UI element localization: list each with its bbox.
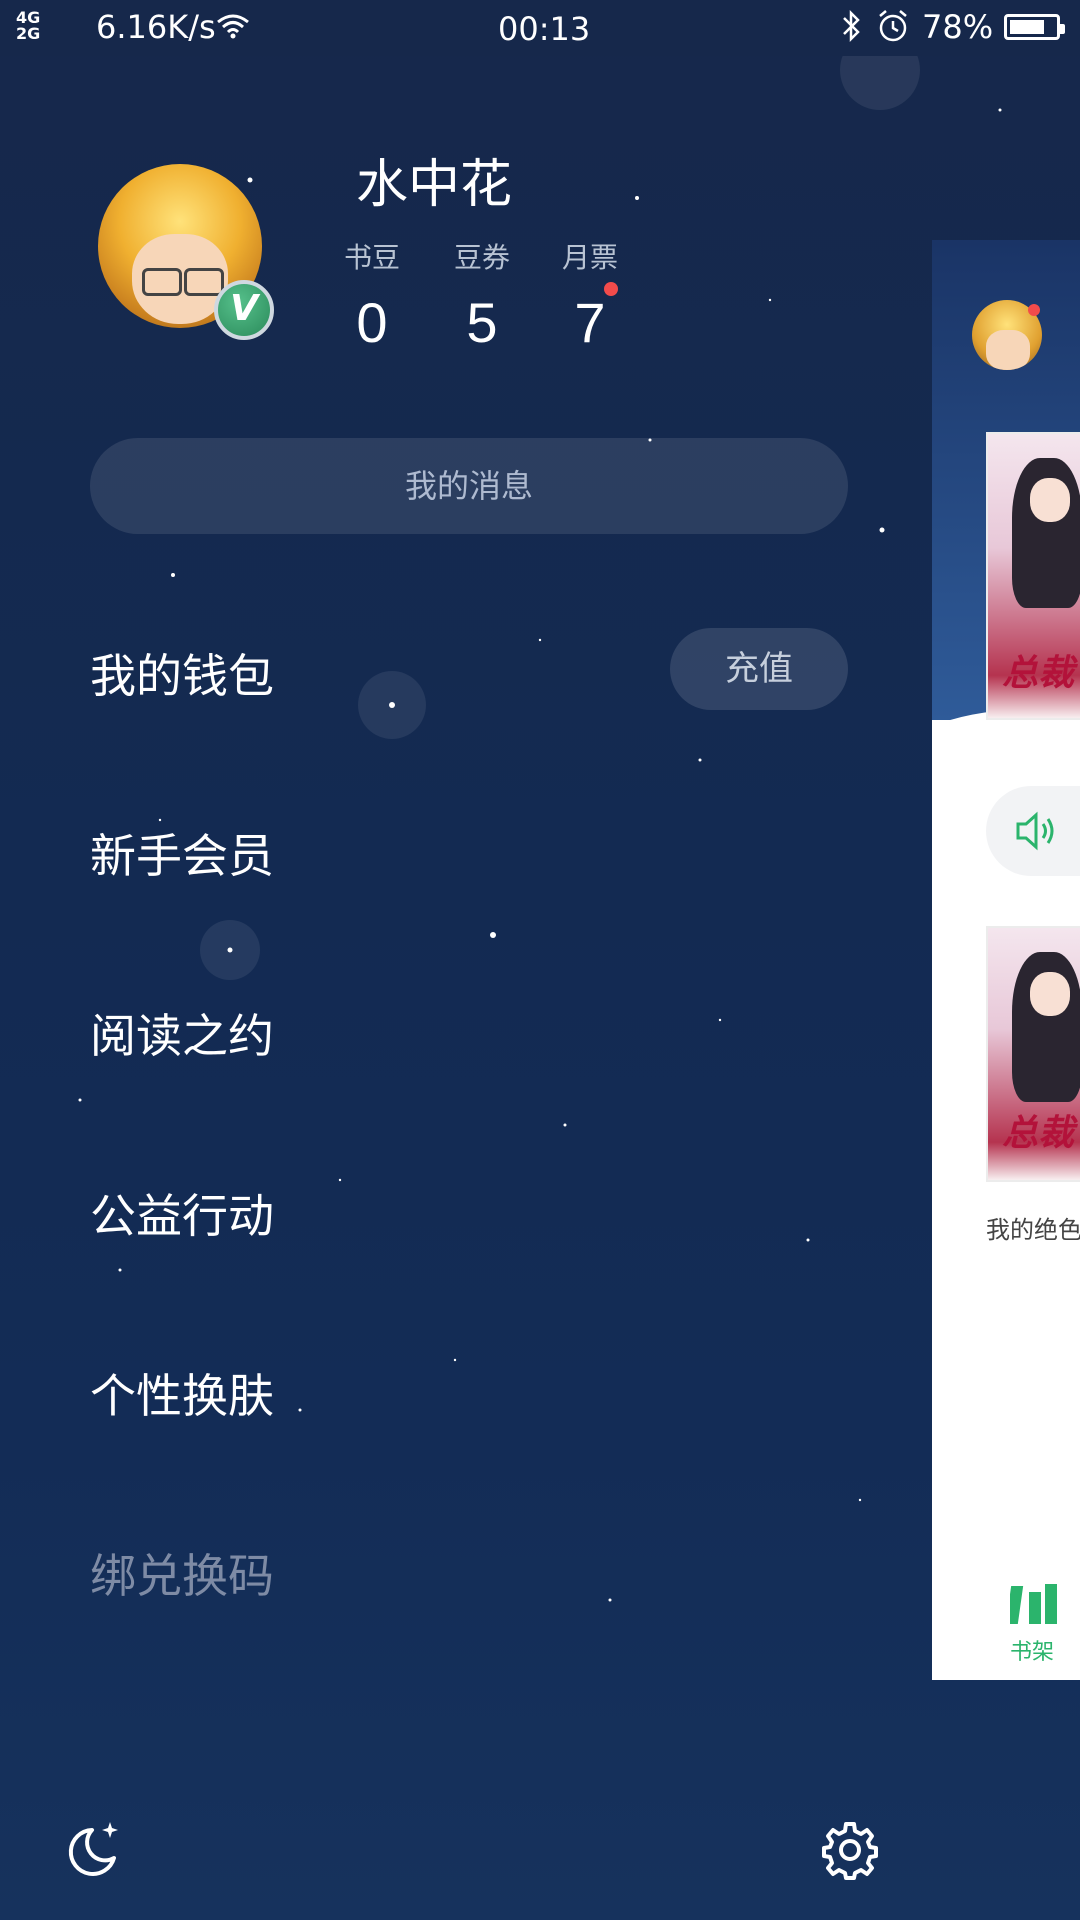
stat-douquan[interactable]: 豆券 5 xyxy=(454,236,510,355)
notification-dot xyxy=(604,282,618,296)
stat-label: 书豆 xyxy=(344,241,401,274)
vip-badge: V xyxy=(214,280,274,340)
main-content-panel[interactable]: 总裁 总裁 我的绝色 书架 xyxy=(932,240,1080,1680)
stat-label: 豆券 xyxy=(454,241,511,274)
status-bar: 4G 2G 6.16K/s 00:13 78% xyxy=(0,0,1080,56)
bookshelf-icon[interactable] xyxy=(1010,1580,1060,1626)
battery-percent: 78% xyxy=(922,8,994,46)
stat-value: 0 xyxy=(356,291,388,354)
menu-item-redeem-code[interactable]: 绑兑换码 xyxy=(90,1540,274,1606)
speaker-icon xyxy=(1016,811,1054,851)
book-title[interactable]: 我的绝色 xyxy=(986,1210,1080,1245)
stat-value: 7 xyxy=(574,291,606,354)
bluetooth-icon xyxy=(838,8,866,52)
alarm-icon xyxy=(876,8,910,52)
menu-item-skins[interactable]: 个性换肤 xyxy=(90,1360,274,1426)
stat-shudou[interactable]: 书豆 0 xyxy=(344,236,400,355)
wifi-icon xyxy=(216,10,250,48)
stat-label: 月票 xyxy=(562,241,619,274)
recharge-button[interactable]: 充值 xyxy=(670,628,848,710)
menu-item-newbie-member[interactable]: 新手会员 xyxy=(90,820,274,886)
menu-item-reading-pact[interactable]: 阅读之约 xyxy=(90,1000,274,1066)
stat-value: 5 xyxy=(466,291,498,354)
tab-bookshelf[interactable]: 书架 xyxy=(1010,1634,1054,1666)
clock: 00:13 xyxy=(498,10,591,48)
moon-star-icon[interactable] xyxy=(62,1818,126,1882)
menu-item-charity[interactable]: 公益行动 xyxy=(90,1180,274,1246)
menu-item-wallet[interactable]: 我的钱包 xyxy=(90,640,274,706)
battery-icon xyxy=(1004,14,1065,40)
my-messages-button[interactable]: 我的消息 xyxy=(90,438,848,534)
book-cover[interactable]: 总裁 xyxy=(986,926,1080,1182)
announcement-pill[interactable] xyxy=(986,786,1080,876)
notification-dot xyxy=(1028,304,1040,316)
username[interactable]: 水中花 xyxy=(356,142,512,217)
book-cover[interactable]: 总裁 xyxy=(986,432,1080,720)
network-speed: 6.16K/s xyxy=(96,8,216,46)
network-indicator: 4G 2G xyxy=(16,8,41,43)
gear-icon[interactable] xyxy=(818,1818,882,1882)
